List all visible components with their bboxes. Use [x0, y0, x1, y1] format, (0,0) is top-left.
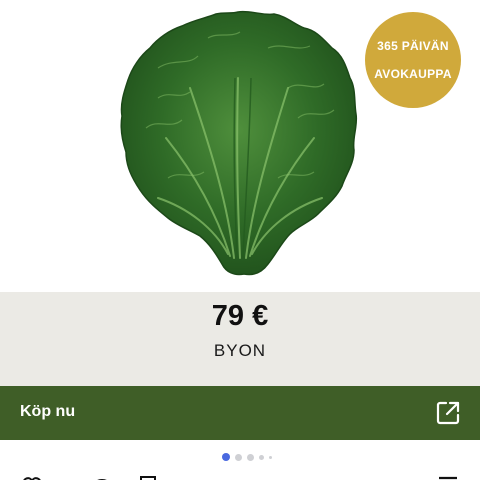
buy-now-button[interactable]: Köp nu: [0, 386, 480, 440]
pagination-dot-active[interactable]: [222, 453, 230, 461]
comment-icon[interactable]: [90, 474, 114, 480]
menu-icon[interactable]: [436, 474, 460, 480]
pagination-dot[interactable]: [247, 453, 254, 461]
pagination-dot[interactable]: [235, 453, 242, 461]
bottom-toolbar: [0, 472, 480, 480]
image-pagination[interactable]: [222, 453, 277, 461]
heart-icon[interactable]: [20, 474, 44, 480]
product-image[interactable]: [118, 8, 358, 280]
pagination-dot[interactable]: [269, 455, 272, 459]
product-price: 79 €: [211, 300, 269, 332]
buy-now-label: Köp nu: [20, 403, 76, 420]
product-card: 365 PÄIVÄN AVOKAUPPA 79 € BYON Köp nu: [0, 0, 480, 480]
promo-badge: 365 PÄIVÄN AVOKAUPPA: [365, 12, 461, 108]
pagination-dot[interactable]: [259, 454, 264, 460]
badge-line-2: AVOKAUPPA: [374, 67, 452, 81]
badge-line-1: 365 PÄIVÄN: [377, 39, 449, 53]
external-link-icon[interactable]: [434, 399, 462, 427]
product-image-area[interactable]: 365 PÄIVÄN AVOKAUPPA: [0, 0, 480, 292]
bookmark-icon[interactable]: [136, 474, 160, 480]
product-brand: BYON: [213, 341, 267, 360]
